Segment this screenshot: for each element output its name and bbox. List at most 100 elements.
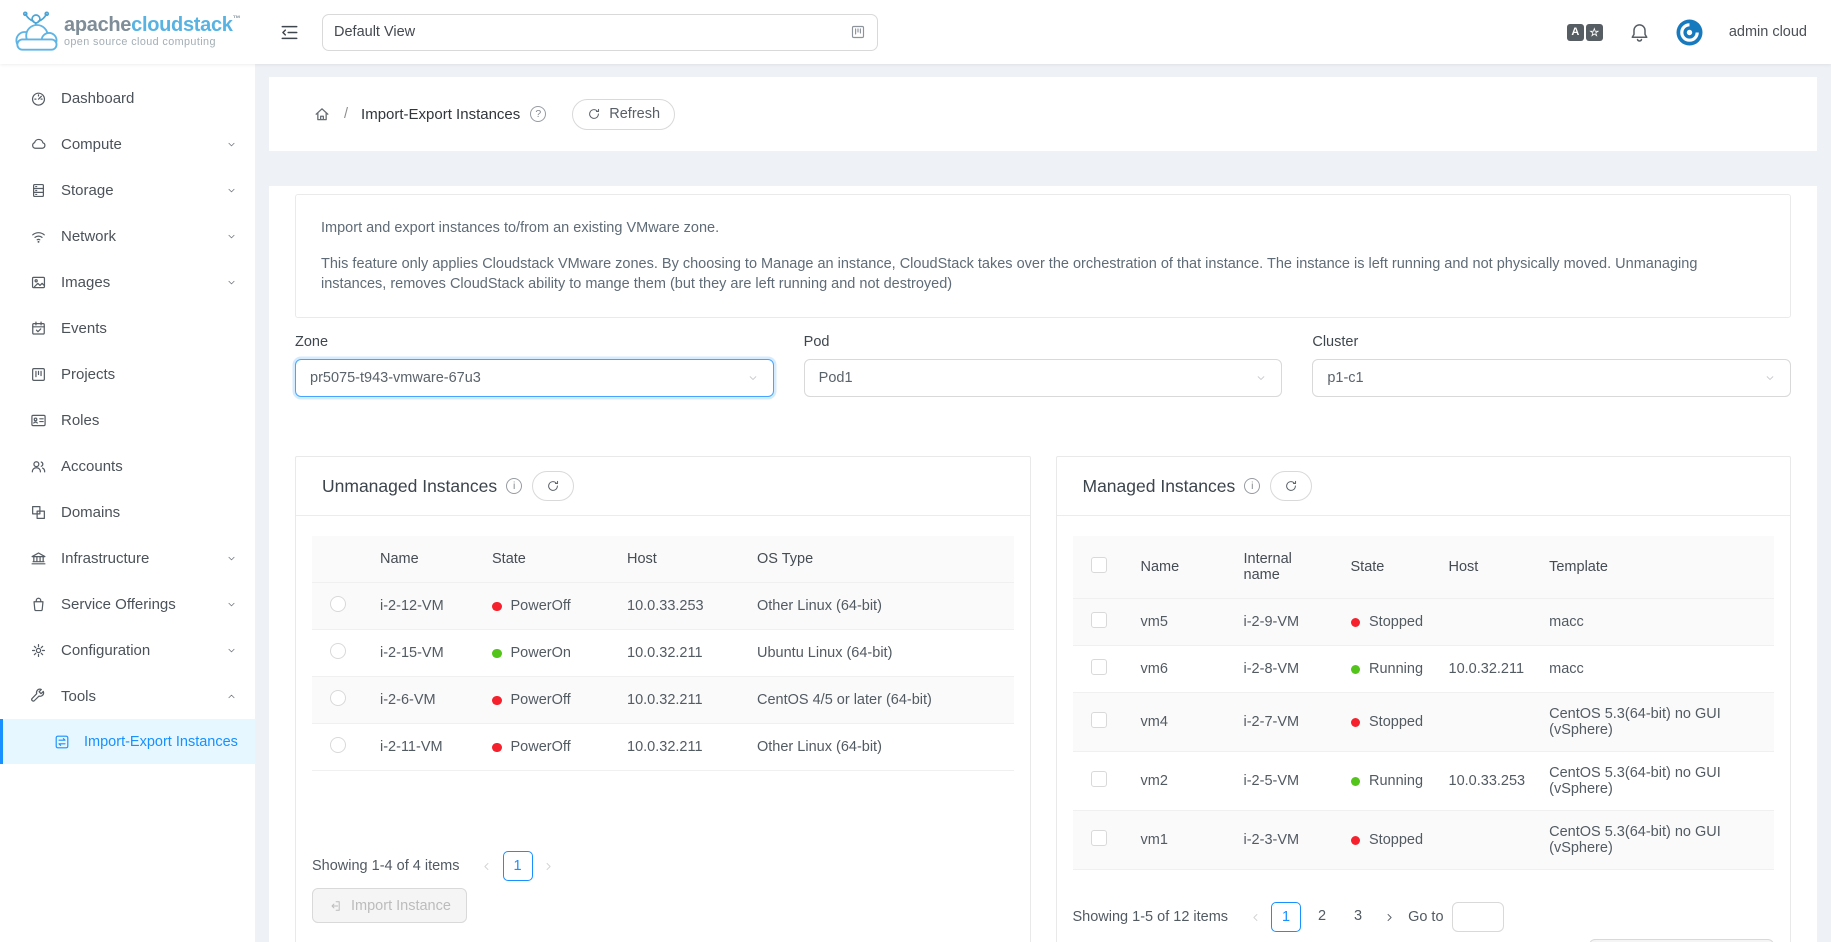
sidebar-item[interactable]: Projects [0,351,255,397]
row-checkbox[interactable] [1091,659,1107,675]
sidebar-item[interactable]: Accounts [0,443,255,489]
view-selector[interactable]: Default View [322,14,878,51]
translate-icon[interactable]: A ☆ [1567,24,1603,41]
column-header: Template [1537,536,1774,599]
chevron-icon [226,599,237,610]
sidebar-item-icon [30,90,47,107]
unmanaged-refresh-button[interactable] [532,471,574,501]
sidebar-menu: Dashboard Compute Storage Network [0,75,255,719]
next-page-icon[interactable] [1376,902,1402,932]
sidebar-item[interactable]: Domains [0,489,255,535]
sidebar-item-import-export-instances[interactable]: Import-Export Instances [0,719,255,764]
sidebar-subitem-label: Import-Export Instances [84,734,238,750]
row-checkbox[interactable] [1091,771,1107,787]
unmanaged-instances-panel: Unmanaged Instances i NameStateHostOS Ty… [295,456,1031,942]
sidebar-item-icon [30,688,47,705]
sidebar-item[interactable]: Network [0,213,255,259]
sidebar-item[interactable]: Events [0,305,255,351]
cell-template: macc [1537,646,1774,693]
table-row: i-2-15-VM PowerOn 10.0.32.211 Ubuntu Lin… [312,630,1014,677]
cluster-select-value: p1-c1 [1327,370,1363,386]
refresh-button[interactable]: Refresh [572,99,675,130]
cell-state: Running [1339,752,1437,811]
sidebar-item[interactable]: Tools [0,673,255,719]
sidebar-item-label: Network [61,228,116,245]
cloud-monkey-icon [8,8,64,56]
notifications-bell-icon[interactable] [1629,22,1650,43]
help-icon[interactable]: ? [530,106,546,122]
cell-name: vm1 [1129,811,1232,870]
translate-a-glyph: A [1567,24,1584,41]
sidebar-item[interactable]: Service Offerings [0,581,255,627]
row-radio[interactable] [330,690,346,706]
sidebar-item-icon [30,642,47,659]
home-icon[interactable] [313,105,331,123]
import-instance-button[interactable]: Import Instance [312,888,467,923]
cell-os-type: Ubuntu Linux (64-bit) [745,630,1014,677]
next-page-icon[interactable] [536,851,562,881]
sidebar-item-icon [30,366,47,383]
row-radio[interactable] [330,643,346,659]
pod-select[interactable]: Pod1 [804,359,1283,397]
reload-icon [546,479,560,493]
cell-name: vm4 [1129,693,1232,752]
cloudstack-logo[interactable]: apachecloudstack™ open source cloud comp… [0,8,255,56]
page-number[interactable]: 3 [1343,902,1373,932]
reload-icon [587,107,601,121]
table-row: vm4 i-2-7-VM Stopped CentOS 5.3(64-bit) … [1073,693,1775,752]
prev-page-icon[interactable] [1242,902,1268,932]
unmanaged-pagination: Showing 1-4 of 4 items 1 [312,851,1014,881]
row-checkbox[interactable] [1091,612,1107,628]
sidebar-collapse-icon[interactable] [279,22,300,43]
page-number[interactable]: 1 [1271,902,1301,932]
select-all-checkbox[interactable] [1091,557,1107,573]
cell-host [1437,599,1538,646]
description-line-1: Import and export instances to/from an e… [321,218,1765,238]
sidebar-item-icon [30,504,47,521]
row-radio[interactable] [330,596,346,612]
sidebar-item[interactable]: Roles [0,397,255,443]
cell-name: i-2-6-VM [368,677,480,724]
sidebar-item-label: Accounts [61,458,123,475]
sidebar-item[interactable]: Images [0,259,255,305]
cell-os-type: Other Linux (64-bit) [745,724,1014,771]
sidebar-item[interactable]: Infrastructure [0,535,255,581]
sidebar-item-icon [30,136,47,153]
cell-state: PowerOff [480,583,615,630]
chevron-icon [226,185,237,196]
row-checkbox[interactable] [1091,712,1107,728]
goto-page-input[interactable] [1452,902,1504,932]
managed-refresh-button[interactable] [1270,471,1312,501]
table-row: vm2 i-2-5-VM Running 10.0.33.253 CentOS … [1073,752,1775,811]
sidebar-item[interactable]: Dashboard [0,75,255,121]
zone-select[interactable]: pr5075-t943-vmware-67u3 [295,359,774,397]
cell-state: Running [1339,646,1437,693]
page-number[interactable]: 2 [1307,902,1337,932]
row-checkbox[interactable] [1091,830,1107,846]
user-name[interactable]: admin cloud [1729,24,1807,40]
sidebar-item-label: Tools [61,688,96,705]
column-header: Name [368,536,480,583]
sidebar-item-icon [30,458,47,475]
sidebar-item[interactable]: Configuration [0,627,255,673]
brand-apache: apache [64,14,131,36]
page-number[interactable]: 1 [503,851,533,881]
description-line-2: This feature only applies Cloudstack VMw… [321,254,1765,294]
filter-row: Zone pr5075-t943-vmware-67u3 Pod Pod1 Cl… [295,334,1791,397]
user-avatar[interactable] [1676,19,1703,46]
sidebar-item[interactable]: Compute [0,121,255,167]
brand-text: apachecloudstack™ open source cloud comp… [64,15,240,48]
cell-name: i-2-12-VM [368,583,480,630]
cell-host [1437,693,1538,752]
sidebar-item[interactable]: Storage [0,167,255,213]
cell-host [1437,811,1538,870]
cell-host: 10.0.33.253 [615,583,745,630]
managed-instances-panel: Managed Instances i NameInternal nameSta… [1056,456,1792,942]
cluster-select[interactable]: p1-c1 [1312,359,1791,397]
column-header: Name [1129,536,1232,599]
prev-page-icon[interactable] [474,851,500,881]
row-radio[interactable] [330,737,346,753]
breadcrumb-separator: / [344,106,348,122]
cell-host: 10.0.32.211 [615,724,745,771]
cell-template: CentOS 5.3(64-bit) no GUI (vSphere) [1537,752,1774,811]
